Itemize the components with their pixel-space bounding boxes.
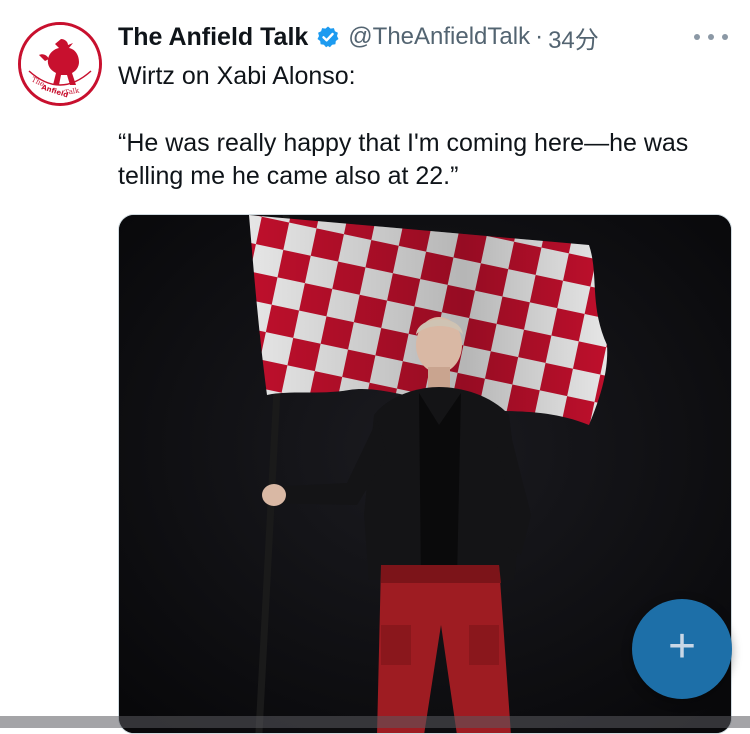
plus-icon: + bbox=[667, 620, 697, 673]
tweet-timestamp[interactable]: 34分 bbox=[548, 20, 599, 55]
anfield-talk-logo: The Anfield Talk bbox=[21, 25, 99, 103]
more-dot bbox=[694, 34, 700, 40]
more-dot bbox=[722, 34, 728, 40]
avatar[interactable]: The Anfield Talk bbox=[18, 22, 102, 106]
author-handle[interactable]: @TheAnfieldTalk bbox=[348, 23, 530, 51]
compose-tweet-button[interactable]: + bbox=[632, 599, 732, 699]
more-dot bbox=[708, 34, 714, 40]
tweet-text: Wirtz on Xabi Alonso: “He was really hap… bbox=[118, 60, 733, 193]
tweet-text-line: Wirtz on Xabi Alonso: bbox=[118, 62, 356, 90]
separator-dot: · bbox=[535, 23, 544, 50]
tweet-header: The Anfield Talk @TheAnfieldTalk · 34分 bbox=[118, 18, 599, 56]
more-options-icon[interactable] bbox=[694, 26, 728, 48]
tweet-quote: “He was really happy that I'm coming her… bbox=[118, 129, 689, 190]
author-name[interactable]: The Anfield Talk bbox=[118, 23, 308, 52]
bottom-toolbar-strip bbox=[0, 716, 750, 728]
verified-badge-icon bbox=[316, 25, 340, 49]
